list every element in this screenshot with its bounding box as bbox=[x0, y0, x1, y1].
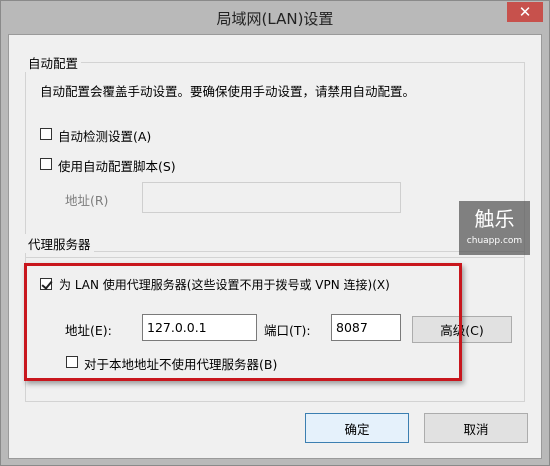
proxy-port-input[interactable] bbox=[331, 314, 401, 341]
advanced-button[interactable]: 高级(C) bbox=[412, 316, 512, 343]
use-script-checkbox[interactable] bbox=[40, 158, 52, 170]
script-address-label: 地址(R) bbox=[65, 193, 109, 208]
title-bar[interactable]: 局域网(LAN)设置 ✕ bbox=[1, 1, 549, 34]
auto-config-description: 自动配置会覆盖手动设置。要确保使用手动设置，请禁用自动配置。 bbox=[40, 84, 416, 99]
proxy-port-label: 端口(T): bbox=[264, 323, 311, 338]
bypass-local-label[interactable]: 对于本地地址不使用代理服务器(B) bbox=[84, 354, 277, 373]
site-watermark: 触乐 chuapp.com bbox=[459, 201, 530, 255]
use-proxy-label[interactable]: 为 LAN 使用代理服务器(这些设置不用于拨号或 VPN 连接)(X) bbox=[59, 276, 390, 293]
use-script-label[interactable]: 使用自动配置脚本(S) bbox=[58, 156, 176, 175]
proxy-address-label: 地址(E): bbox=[65, 323, 112, 338]
use-proxy-checkbox[interactable] bbox=[40, 278, 52, 290]
watermark-logo-text: 触乐 bbox=[474, 207, 515, 231]
window-title: 局域网(LAN)设置 bbox=[216, 10, 334, 28]
lan-settings-window: 局域网(LAN)设置 ✕ 自动配置 自动配置会覆盖手动设置。要确保使用手动设置，… bbox=[0, 0, 550, 466]
bypass-local-checkbox[interactable] bbox=[66, 356, 78, 368]
ok-button[interactable]: 确定 bbox=[305, 413, 409, 443]
proxy-address-input[interactable] bbox=[142, 314, 257, 341]
script-address-input[interactable] bbox=[142, 182, 401, 213]
cancel-button[interactable]: 取消 bbox=[424, 413, 528, 443]
auto-config-group-title: 自动配置 bbox=[25, 53, 82, 72]
close-button[interactable]: ✕ bbox=[507, 2, 543, 22]
proxy-server-group-title: 代理服务器 bbox=[25, 234, 94, 253]
watermark-domain: chuapp.com bbox=[466, 236, 523, 246]
auto-detect-checkbox[interactable] bbox=[40, 128, 52, 140]
auto-detect-label[interactable]: 自动检测设置(A) bbox=[58, 126, 151, 145]
